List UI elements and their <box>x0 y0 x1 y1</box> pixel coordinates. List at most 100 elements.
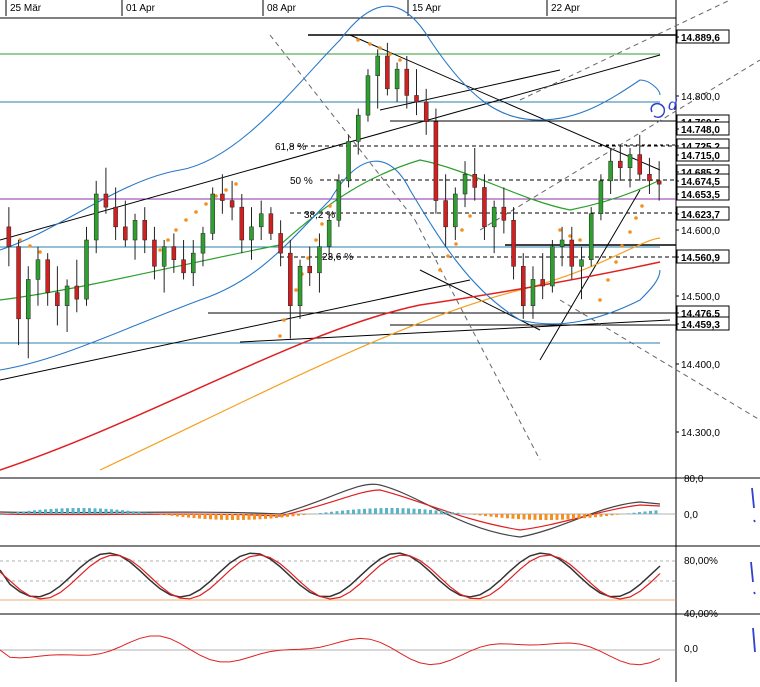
macd-histogram-bar <box>589 514 592 518</box>
candle-body <box>65 286 69 306</box>
y-tick-label: 14.459,3 <box>681 320 720 331</box>
macd-histogram-bar <box>6 513 9 514</box>
macd-histogram-bar <box>462 513 465 514</box>
candle-body <box>385 56 389 89</box>
macd-histogram-bar <box>611 514 614 515</box>
candle-body <box>337 181 341 220</box>
sar-dot <box>438 268 442 272</box>
macd-histogram-bar <box>567 514 570 519</box>
candle-body <box>75 286 79 299</box>
candle-body <box>376 56 380 76</box>
candle-body <box>279 233 283 253</box>
macd-histogram-bar <box>44 509 47 514</box>
candle-body <box>220 194 224 201</box>
macd-histogram-bar <box>380 508 383 514</box>
macd-histogram-bar <box>413 509 416 514</box>
sar-dot <box>460 228 464 232</box>
macd-histogram-bar <box>286 514 289 517</box>
macd-histogram-bar <box>50 509 53 514</box>
macd-histogram-bar <box>649 511 652 514</box>
macd-histogram-bar <box>55 509 58 514</box>
macd-histogram-bar <box>644 511 647 514</box>
macd-histogram-bar <box>110 509 113 514</box>
y-tick-label: 14.400,0 <box>681 360 720 371</box>
candle-body <box>570 240 574 266</box>
macd-histogram-bar <box>479 514 482 515</box>
y-tick-label: 14.674,5 <box>681 177 720 188</box>
candle-body <box>473 174 477 187</box>
macd-histogram-bar <box>336 511 339 514</box>
macd-histogram-bar <box>490 514 493 517</box>
sar-dot <box>628 230 632 234</box>
candle-body <box>85 240 89 299</box>
candle-body <box>502 207 506 220</box>
macd-histogram-bar <box>528 514 531 520</box>
macd-histogram-bar <box>66 508 69 514</box>
candle-body <box>133 220 137 240</box>
macd-histogram-bar <box>424 509 427 514</box>
candle-body <box>599 181 603 214</box>
macd-histogram-bar <box>325 512 328 514</box>
handwritten-mark <box>751 562 755 594</box>
candle-body <box>143 220 147 240</box>
x-tick-label: 08 Apr <box>267 3 297 14</box>
macd-histogram-bar <box>270 514 273 518</box>
macd-histogram-bar <box>72 508 75 514</box>
candle-body <box>618 161 622 168</box>
candle-body <box>366 76 370 115</box>
macd-histogram-bar <box>121 510 124 514</box>
macd-histogram-bar <box>473 514 476 515</box>
candle-body <box>550 247 554 286</box>
sar-dot <box>166 238 170 242</box>
sar-dot <box>558 228 562 232</box>
macd-histogram-bar <box>0 514 3 515</box>
sar-dot <box>378 46 382 50</box>
macd-histogram-bar <box>429 510 432 514</box>
macd-histogram-bar <box>572 514 575 519</box>
macd-histogram-bar <box>231 514 234 520</box>
stoch-d-line <box>0 555 660 599</box>
fib-label: 61,8 % <box>275 142 306 153</box>
sar-dot <box>620 244 624 248</box>
macd-histogram-bar <box>176 514 179 516</box>
sar-dot <box>606 278 610 282</box>
x-tick-label: 22 Apr <box>551 3 581 14</box>
candle-body <box>308 266 312 273</box>
candle-body <box>94 194 98 240</box>
y-tick-label: 14.623,7 <box>681 210 720 221</box>
candle-body <box>531 279 535 305</box>
candle-body <box>405 69 409 95</box>
macd-histogram-bar <box>127 511 130 514</box>
y-tick-label: 14.560,9 <box>681 253 720 264</box>
sar-dot <box>634 216 638 220</box>
macd-histogram-bar <box>281 514 284 517</box>
candle-body <box>492 207 496 227</box>
sar-dot <box>282 318 286 322</box>
sar-dot <box>278 334 282 338</box>
candle-body <box>123 227 127 240</box>
macd-histogram-bar <box>77 508 80 514</box>
fib-label: 23,6 % <box>322 252 353 263</box>
candle-body <box>211 194 215 233</box>
sar-dot <box>28 244 32 248</box>
candle-body <box>657 181 661 184</box>
macd-histogram-bar <box>182 514 185 517</box>
y-tick-label: 14.800,0 <box>681 92 720 103</box>
macd-histogram-bar <box>11 513 14 514</box>
candle-body <box>26 279 30 318</box>
candle-body <box>482 187 486 226</box>
macd-histogram-bar <box>633 513 636 514</box>
sar-dot <box>454 242 458 246</box>
candle-body <box>162 247 166 267</box>
macd-histogram-bar <box>451 512 454 514</box>
sar-dot <box>314 238 318 242</box>
macd-histogram-bar <box>297 514 300 516</box>
macd-histogram-bar <box>341 511 344 514</box>
candle-body <box>628 155 632 168</box>
macd-histogram-bar <box>556 514 559 520</box>
sar-dot <box>614 260 618 264</box>
candle-body <box>17 247 21 319</box>
momentum-axis-label: 0,0 <box>684 644 698 655</box>
sar-dot <box>356 38 360 42</box>
candle-body <box>172 247 176 260</box>
